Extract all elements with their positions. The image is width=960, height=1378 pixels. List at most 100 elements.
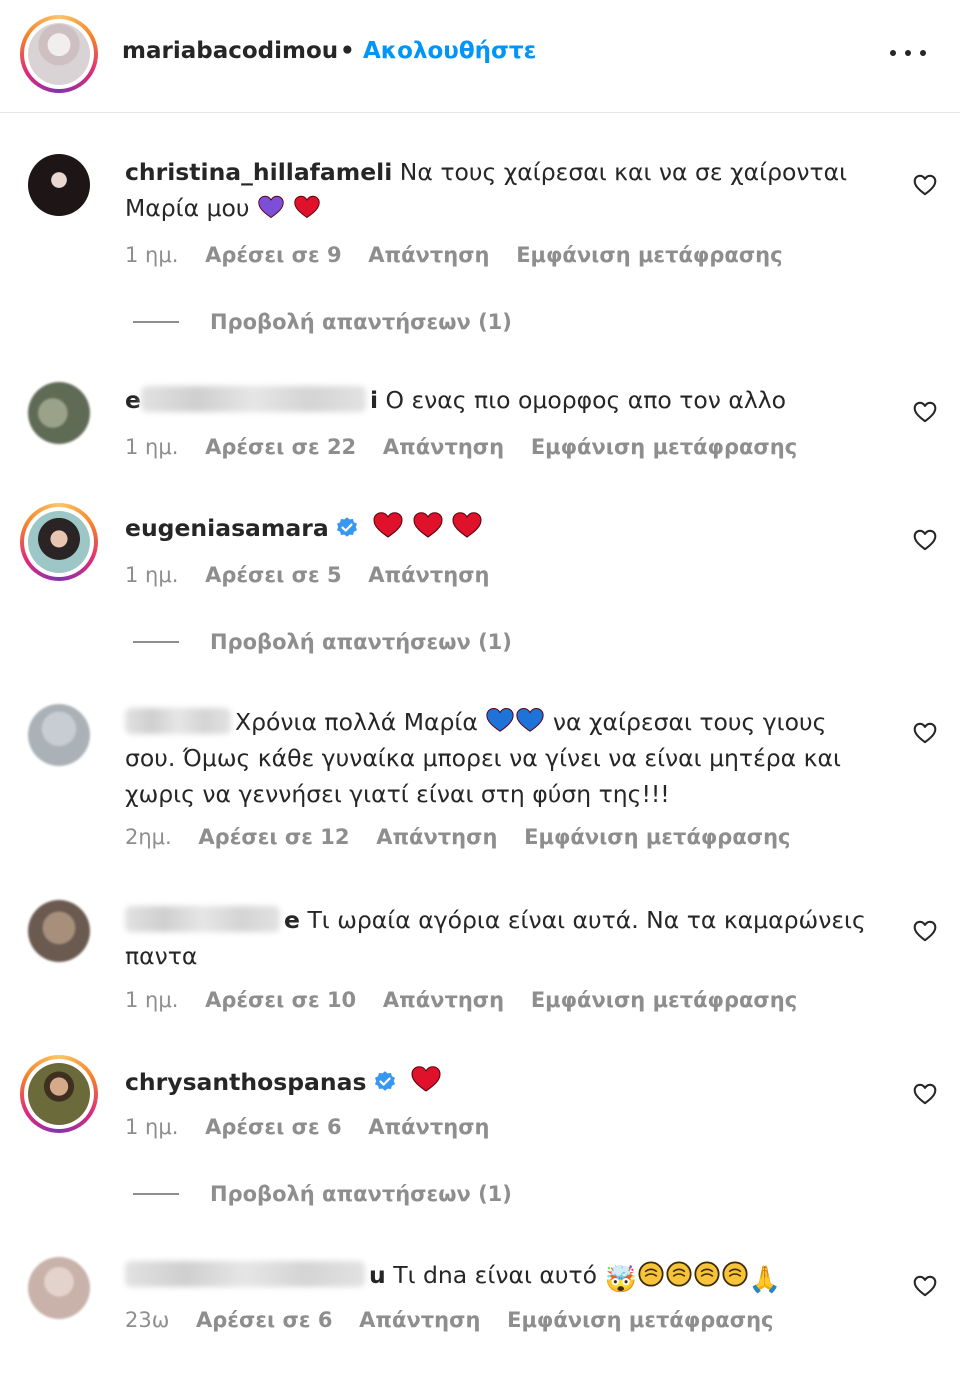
comment-time: 1 ημ.: [125, 988, 179, 1012]
clapping-hands-emoji: [665, 1260, 693, 1288]
view-replies-button[interactable]: Προβολή απαντήσεων (1): [133, 630, 512, 654]
follow-button[interactable]: Ακολουθήστε: [363, 38, 536, 64]
comment-text: chrysanthospanas: [125, 1063, 885, 1100]
comment-text-line: παντα: [125, 942, 198, 970]
comment-text-line: Τι dna είναι αυτό: [393, 1261, 597, 1289]
comment-likes[interactable]: Αρέσει σε 12: [198, 825, 349, 849]
blue-heart-emoji: [485, 705, 515, 735]
commenter-avatar[interactable]: [28, 1257, 90, 1319]
like-heart-icon[interactable]: [912, 172, 938, 198]
like-heart-icon[interactable]: [912, 918, 938, 944]
reply-button[interactable]: Απάντηση: [383, 988, 504, 1012]
like-heart-icon[interactable]: [912, 527, 938, 553]
exploding-head-emoji: 🤯: [604, 1265, 637, 1295]
comment-text-line: Μαρία μου: [125, 194, 250, 222]
verified-badge-icon: [335, 515, 359, 539]
commenter-username[interactable]: eugeniasamara: [125, 514, 329, 542]
reply-button[interactable]: Απάντηση: [368, 243, 489, 267]
comment-likes[interactable]: Αρέσει σε 9: [205, 243, 341, 267]
translate-button[interactable]: Εμφάνιση μετάφρασης: [507, 1308, 773, 1332]
more-options-icon[interactable]: [890, 38, 926, 68]
blurred-username: [125, 906, 280, 932]
purple-heart-emoji: [257, 193, 285, 221]
commenter-avatar[interactable]: [20, 1055, 98, 1133]
red-heart-emoji: [293, 193, 321, 221]
commenter-username-suffix: i: [369, 386, 379, 414]
comment-text: eugeniasamara: [125, 509, 885, 546]
clapping-hands-emoji: [637, 1260, 665, 1288]
replies-line: [133, 1193, 179, 1195]
commenter-avatar[interactable]: [28, 900, 90, 962]
commenter-username[interactable]: e: [125, 386, 141, 414]
clapping-hands-emoji: [693, 1260, 721, 1288]
commenter-avatar[interactable]: [28, 154, 90, 216]
comment-text: e i Ο ενας πιο ομορφος απο τον αλλο: [125, 382, 885, 418]
comment-text: u Τι dna είναι αυτό 🤯 🙏: [125, 1257, 885, 1298]
post-header: mariabacodimou • Ακολουθήστε: [0, 0, 960, 113]
commenter-avatar[interactable]: [28, 382, 90, 444]
comment-likes[interactable]: Αρέσει σε 22: [205, 435, 356, 459]
commenter-username-suffix[interactable]: u: [369, 1261, 386, 1289]
translate-button[interactable]: Εμφάνιση μετάφρασης: [531, 435, 797, 459]
commenter-username[interactable]: christina_hillafameli: [125, 158, 392, 186]
comment-meta: 1 ημ. Αρέσει σε 10 Απάντηση Εμφάνιση μετ…: [125, 988, 817, 1012]
comment-text-line: να χαίρεσαι τους γιους: [552, 708, 827, 736]
reply-button[interactable]: Απάντηση: [376, 825, 497, 849]
comment-text-line: Χρόνια πολλά Μαρία: [235, 708, 478, 736]
reply-button[interactable]: Απάντηση: [368, 1115, 489, 1139]
blurred-username: [125, 708, 231, 734]
translate-button[interactable]: Εμφάνιση μετάφρασης: [531, 988, 797, 1012]
reply-button[interactable]: Απάντηση: [368, 563, 489, 587]
view-replies-button[interactable]: Προβολή απαντήσεων (1): [133, 1182, 512, 1206]
blurred-username: [125, 1261, 365, 1287]
comment-time: 1 ημ.: [125, 563, 179, 587]
comment-text-line: Τι ωραία αγόρια είναι αυτά. Να τα καμαρώ…: [307, 906, 866, 934]
commenter-avatar[interactable]: [20, 503, 98, 581]
red-heart-emoji: [410, 1063, 442, 1095]
commenter-avatar[interactable]: [28, 704, 90, 766]
comment-text: christina_hillafameli Να τους χαίρεσαι κ…: [125, 154, 885, 226]
like-heart-icon[interactable]: [912, 720, 938, 746]
red-heart-emoji: [451, 509, 483, 541]
comment-meta: 1 ημ. Αρέσει σε 22 Απάντηση Εμφάνιση μετ…: [125, 435, 817, 459]
view-replies-label: Προβολή απαντήσεων (1): [210, 630, 512, 654]
author-avatar[interactable]: [20, 15, 98, 93]
comment-meta: 23ω Αρέσει σε 6 Απάντηση Εμφάνιση μετάφρ…: [125, 1308, 794, 1332]
reply-button[interactable]: Απάντηση: [359, 1308, 480, 1332]
replies-line: [133, 641, 179, 643]
view-replies-label: Προβολή απαντήσεων (1): [210, 310, 512, 334]
comment-meta: 2ημ. Αρέσει σε 12 Απάντηση Εμφάνιση μετά…: [125, 825, 811, 849]
commenter-username[interactable]: chrysanthospanas: [125, 1068, 367, 1096]
comment-likes[interactable]: Αρέσει σε 10: [205, 988, 356, 1012]
comment-meta: 1 ημ. Αρέσει σε 9 Απάντηση Εμφάνιση μετά…: [125, 243, 803, 267]
comment-time: 1 ημ.: [125, 243, 179, 267]
verified-badge-icon: [373, 1069, 397, 1093]
comment-text-line: Να τους χαίρεσαι και να σε χαίρονται: [399, 158, 848, 186]
folded-hands-emoji: 🙏: [748, 1265, 782, 1295]
like-heart-icon[interactable]: [912, 399, 938, 425]
replies-line: [133, 321, 179, 323]
author-username[interactable]: mariabacodimou: [122, 38, 338, 64]
separator-dot: •: [340, 38, 355, 64]
blue-heart-emoji: [515, 705, 545, 735]
like-heart-icon[interactable]: [912, 1081, 938, 1107]
comment-likes[interactable]: Αρέσει σε 6: [196, 1308, 332, 1332]
comment-text-line: σου. Όμως κάθε γυναίκα μπορει να γίνει ν…: [125, 744, 841, 772]
like-heart-icon[interactable]: [912, 1273, 938, 1299]
red-heart-emoji: [412, 509, 444, 541]
comment-text-line: Ο ενας πιο ομορφος απο τον αλλο: [385, 386, 787, 414]
comment-likes[interactable]: Αρέσει σε 6: [205, 1115, 341, 1139]
blurred-username: [140, 386, 366, 412]
comment-meta: 1 ημ. Αρέσει σε 6 Απάντηση: [125, 1115, 510, 1139]
reply-button[interactable]: Απάντηση: [383, 435, 504, 459]
comment-text-line: χωρις να γεννήσει γιατί είναι στη φύση τ…: [125, 780, 670, 808]
view-replies-button[interactable]: Προβολή απαντήσεων (1): [133, 310, 512, 334]
clapping-hands-emoji: [721, 1260, 749, 1288]
comment-time: 23ω: [125, 1308, 170, 1332]
red-heart-emoji: [372, 509, 404, 541]
translate-button[interactable]: Εμφάνιση μετάφρασης: [516, 243, 782, 267]
comment-likes[interactable]: Αρέσει σε 5: [205, 563, 341, 587]
comment-time: 2ημ.: [125, 825, 172, 849]
commenter-username-suffix[interactable]: e: [284, 906, 300, 934]
translate-button[interactable]: Εμφάνιση μετάφρασης: [524, 825, 790, 849]
